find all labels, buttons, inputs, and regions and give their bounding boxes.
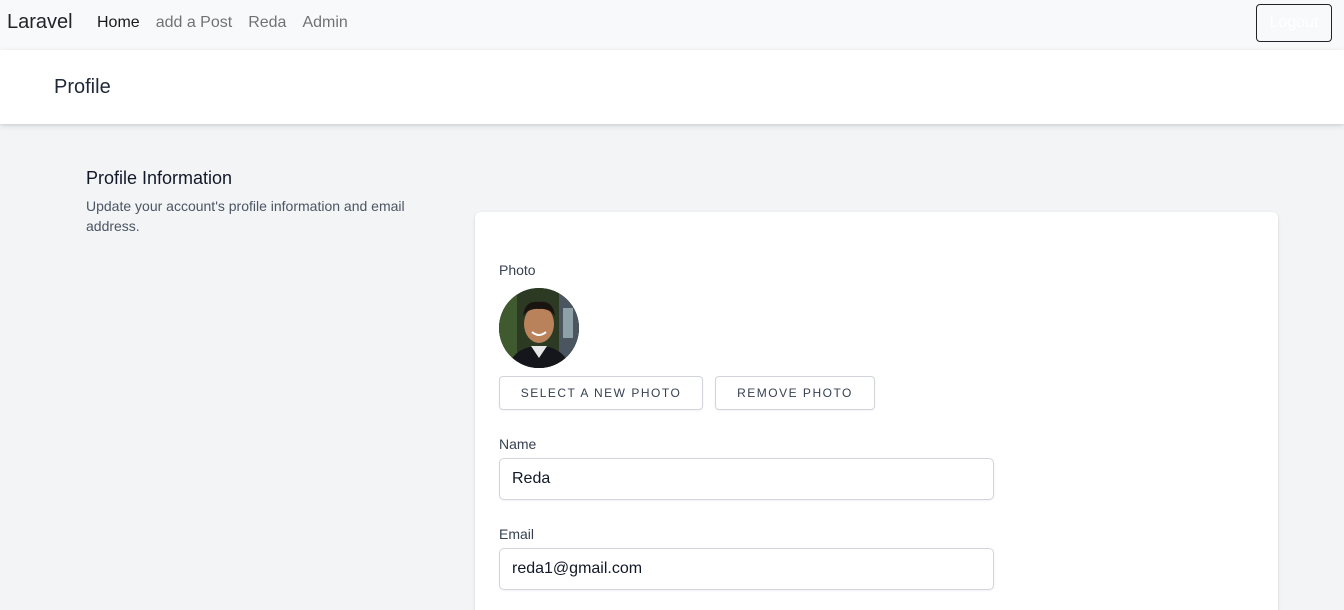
nav-link-add-post[interactable]: add a Post: [156, 13, 233, 33]
nav-link-admin[interactable]: Admin: [302, 13, 347, 33]
nav-link-home[interactable]: Home: [97, 13, 140, 33]
avatar: [499, 288, 579, 368]
email-input[interactable]: [499, 548, 994, 590]
logout-button[interactable]: Logout: [1256, 4, 1332, 42]
section-subtitle: Update your account's profile informatio…: [86, 198, 405, 234]
nav-links: Home add a Post Reda Admin: [97, 13, 364, 33]
page-header: Profile: [0, 50, 1344, 124]
top-navbar: Laravel Home add a Post Reda Admin Logou…: [0, 0, 1344, 50]
section-description: Profile Information Update your account'…: [86, 166, 406, 236]
profile-form-card: Photo Select A New Photo Remove Photo Na…: [475, 212, 1278, 610]
section-title: Profile Information: [86, 168, 233, 188]
brand-link[interactable]: Laravel: [7, 11, 73, 34]
remove-photo-button[interactable]: Remove Photo: [715, 376, 875, 410]
photo-label: Photo: [499, 262, 536, 278]
name-input[interactable]: [499, 458, 994, 500]
name-label: Name: [499, 436, 537, 452]
avatar-image: [499, 288, 579, 368]
select-new-photo-button[interactable]: Select A New Photo: [499, 376, 703, 410]
page-title: Profile: [54, 76, 111, 98]
email-label: Email: [499, 526, 535, 542]
nav-link-reda[interactable]: Reda: [248, 13, 286, 33]
